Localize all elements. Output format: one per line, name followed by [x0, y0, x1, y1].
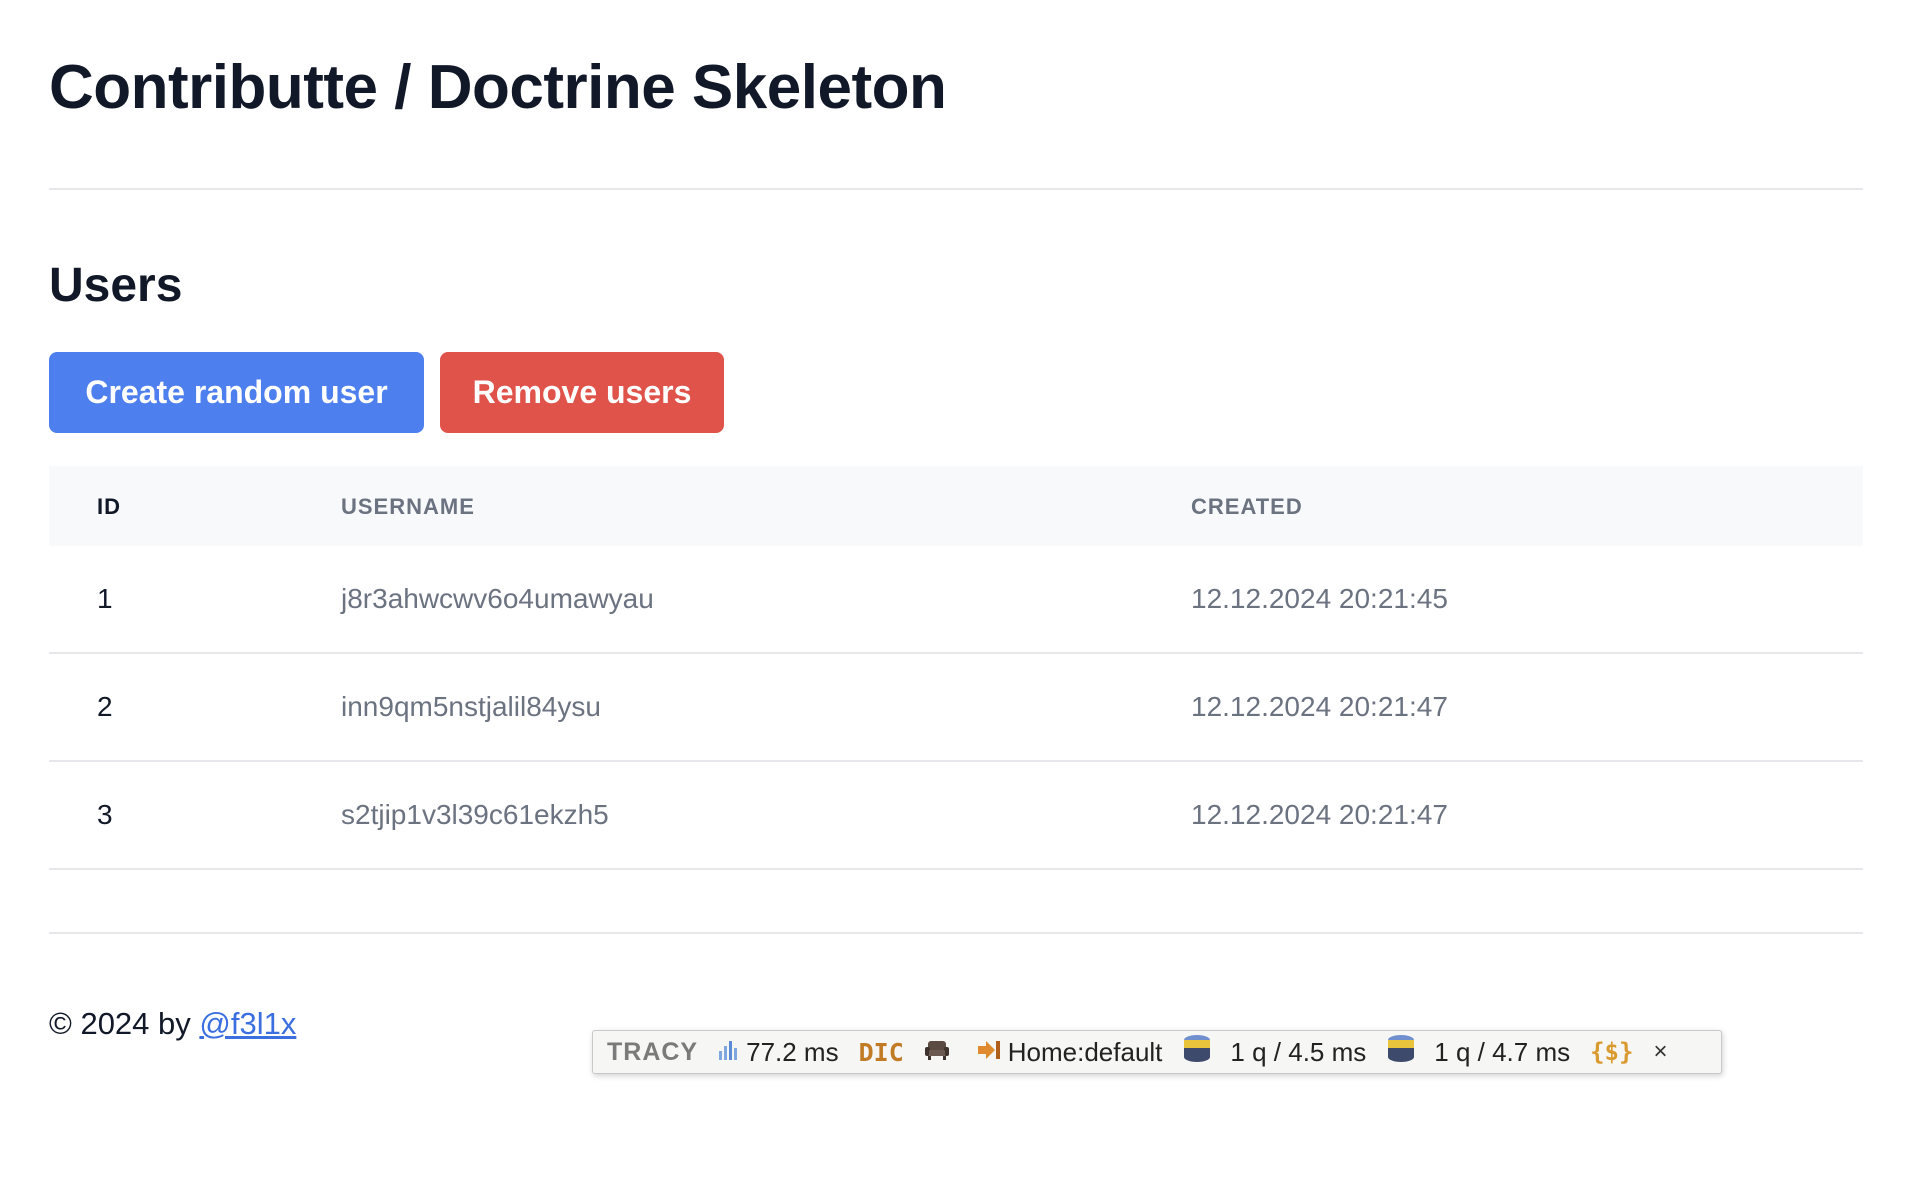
database-icon — [1386, 1034, 1416, 1071]
footer: © 2024 by @f3l1x — [49, 1006, 296, 1042]
tracy-time: 77.2 ms — [746, 1036, 839, 1067]
table-row: 2 inn9qm5nstjalil84ysu 12.12.2024 20:21:… — [49, 654, 1863, 762]
tracy-database-panel-1[interactable]: 1 q / 4.5 ms — [1172, 1031, 1376, 1073]
tracy-timer-panel[interactable]: 77.2 ms — [708, 1031, 849, 1073]
tracy-logo[interactable]: TRACY — [593, 1031, 708, 1073]
remove-users-button[interactable]: Remove users — [440, 352, 724, 433]
cell-created: 12.12.2024 20:21:47 — [1191, 799, 1448, 830]
footer-divider — [49, 932, 1863, 934]
cell-created: 12.12.2024 20:21:47 — [1191, 691, 1448, 722]
table-row: 1 j8r3ahwcwv6o4umawyau 12.12.2024 20:21:… — [49, 546, 1863, 654]
create-random-user-button[interactable]: Create random user — [49, 352, 424, 433]
column-header-username: USERNAME — [341, 494, 475, 519]
tracy-dic-panel[interactable]: DIC — [849, 1031, 914, 1073]
cell-id: 2 — [97, 691, 113, 722]
tracy-db2: 1 q / 4.7 ms — [1434, 1036, 1571, 1067]
tracy-db1: 1 q / 4.5 ms — [1230, 1036, 1367, 1067]
tracy-variables-panel[interactable]: {$} — [1580, 1031, 1643, 1073]
cell-username: j8r3ahwcwv6o4umawyau — [341, 583, 654, 614]
bar-chart-icon — [718, 1037, 740, 1068]
cell-created: 12.12.2024 20:21:45 — [1191, 583, 1448, 614]
column-header-id: ID — [97, 494, 121, 519]
dic-icon: DIC — [858, 1037, 904, 1067]
tracy-database-panel-2[interactable]: 1 q / 4.7 ms — [1376, 1031, 1580, 1073]
cell-id: 1 — [97, 583, 113, 614]
cell-id: 3 — [97, 799, 113, 830]
table-row: 3 s2tjip1v3l39c61ekzh5 12.12.2024 20:21:… — [49, 762, 1863, 870]
author-link[interactable]: @f3l1x — [199, 1006, 296, 1041]
login-arrow-icon — [976, 1037, 1002, 1068]
tracy-route: Home:default — [1007, 1036, 1163, 1067]
section-title: Users — [49, 259, 183, 312]
column-header-created: CREATED — [1191, 494, 1303, 519]
users-table: ID USERNAME CREATED 1 j8r3ahwcwv6o4umawy… — [49, 466, 1863, 870]
header-divider — [49, 188, 1863, 190]
database-icon — [1182, 1034, 1212, 1071]
cell-username: inn9qm5nstjalil84ysu — [341, 691, 601, 722]
tracy-debug-bar: TRACY 77.2 ms DIC Home:default 1 q / 4.5… — [592, 1030, 1722, 1074]
page-title: Contributte / Doctrine Skeleton — [49, 53, 947, 122]
close-icon[interactable]: × — [1643, 1031, 1677, 1073]
tracy-routing-panel[interactable]: Home:default — [966, 1031, 1173, 1073]
footer-copyright: © 2024 by — [49, 1006, 200, 1041]
cell-username: s2tjip1v3l39c61ekzh5 — [341, 799, 609, 830]
variables-icon: {$} — [1590, 1038, 1634, 1066]
table-header: ID USERNAME CREATED — [49, 466, 1863, 546]
tracy-presenter-panel[interactable] — [914, 1031, 966, 1073]
armchair-icon — [924, 1037, 950, 1068]
